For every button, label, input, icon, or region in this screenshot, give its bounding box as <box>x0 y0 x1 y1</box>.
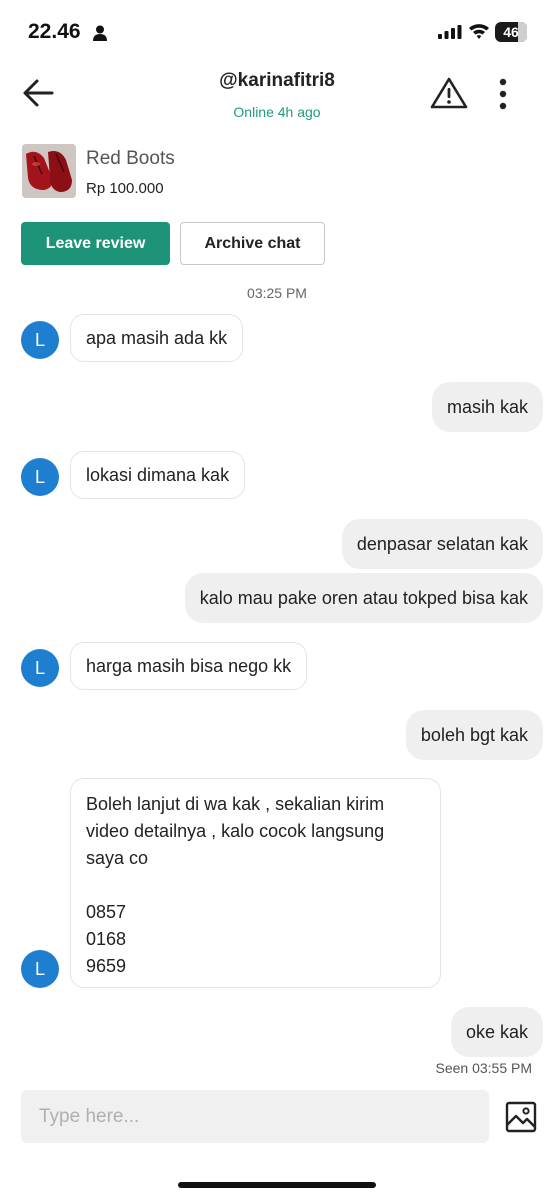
leave-review-button[interactable]: Leave review <box>21 222 170 265</box>
chat-timestamp: 03:25 PM <box>247 285 307 301</box>
message-line <box>86 872 425 899</box>
product-thumbnail[interactable] <box>22 144 76 198</box>
product-name[interactable]: Red Boots <box>86 148 175 170</box>
avatar[interactable]: L <box>21 321 59 359</box>
outgoing-message: oke kak <box>450 1007 543 1057</box>
person-icon <box>93 25 107 41</box>
message-input[interactable] <box>21 1090 489 1143</box>
message-line: 9659 <box>86 956 127 976</box>
online-status: Online 4h ago <box>233 104 321 120</box>
outgoing-message: denpasar selatan kak <box>341 519 543 569</box>
incoming-message: apa masih ada kk <box>70 314 244 362</box>
avatar[interactable]: L <box>21 950 59 988</box>
seen-receipt: Seen 03:55 PM <box>435 1060 532 1076</box>
incoming-message: Boleh lanjut di wa kak , sekalian kirim … <box>70 778 441 988</box>
more-options-icon[interactable] <box>492 76 514 112</box>
avatar[interactable]: L <box>21 649 59 687</box>
archive-chat-button[interactable]: Archive chat <box>180 222 325 265</box>
message-line: video detailnya , kalo cocok langsung <box>86 821 385 841</box>
outgoing-message: boleh bgt kak <box>405 710 543 760</box>
wifi-icon <box>469 24 489 39</box>
signal-icon <box>438 25 462 39</box>
message-line: 0857 <box>86 902 127 922</box>
status-time: 22.46 <box>28 20 81 43</box>
outgoing-message: kalo mau pake oren atau tokped bisa kak <box>184 573 543 623</box>
chat-username: @karinafitri8 <box>219 70 335 91</box>
home-indicator[interactable] <box>178 1182 376 1188</box>
avatar[interactable]: L <box>21 458 59 496</box>
battery-level: 46 <box>503 24 519 40</box>
message-line: saya co <box>86 848 149 868</box>
red-boots-image <box>22 144 76 198</box>
message-line: Boleh lanjut di wa kak , sekalian kirim <box>86 794 385 814</box>
outgoing-message: masih kak <box>431 382 543 432</box>
incoming-message: harga masih bisa nego kk <box>70 642 308 690</box>
image-attach-icon[interactable] <box>504 1100 538 1134</box>
warning-report-icon[interactable] <box>430 76 468 110</box>
incoming-message: lokasi dimana kak <box>70 451 246 499</box>
message-line: 0168 <box>86 929 127 949</box>
product-price: Rp 100.000 <box>86 180 164 197</box>
battery-icon: 46 <box>495 22 527 42</box>
